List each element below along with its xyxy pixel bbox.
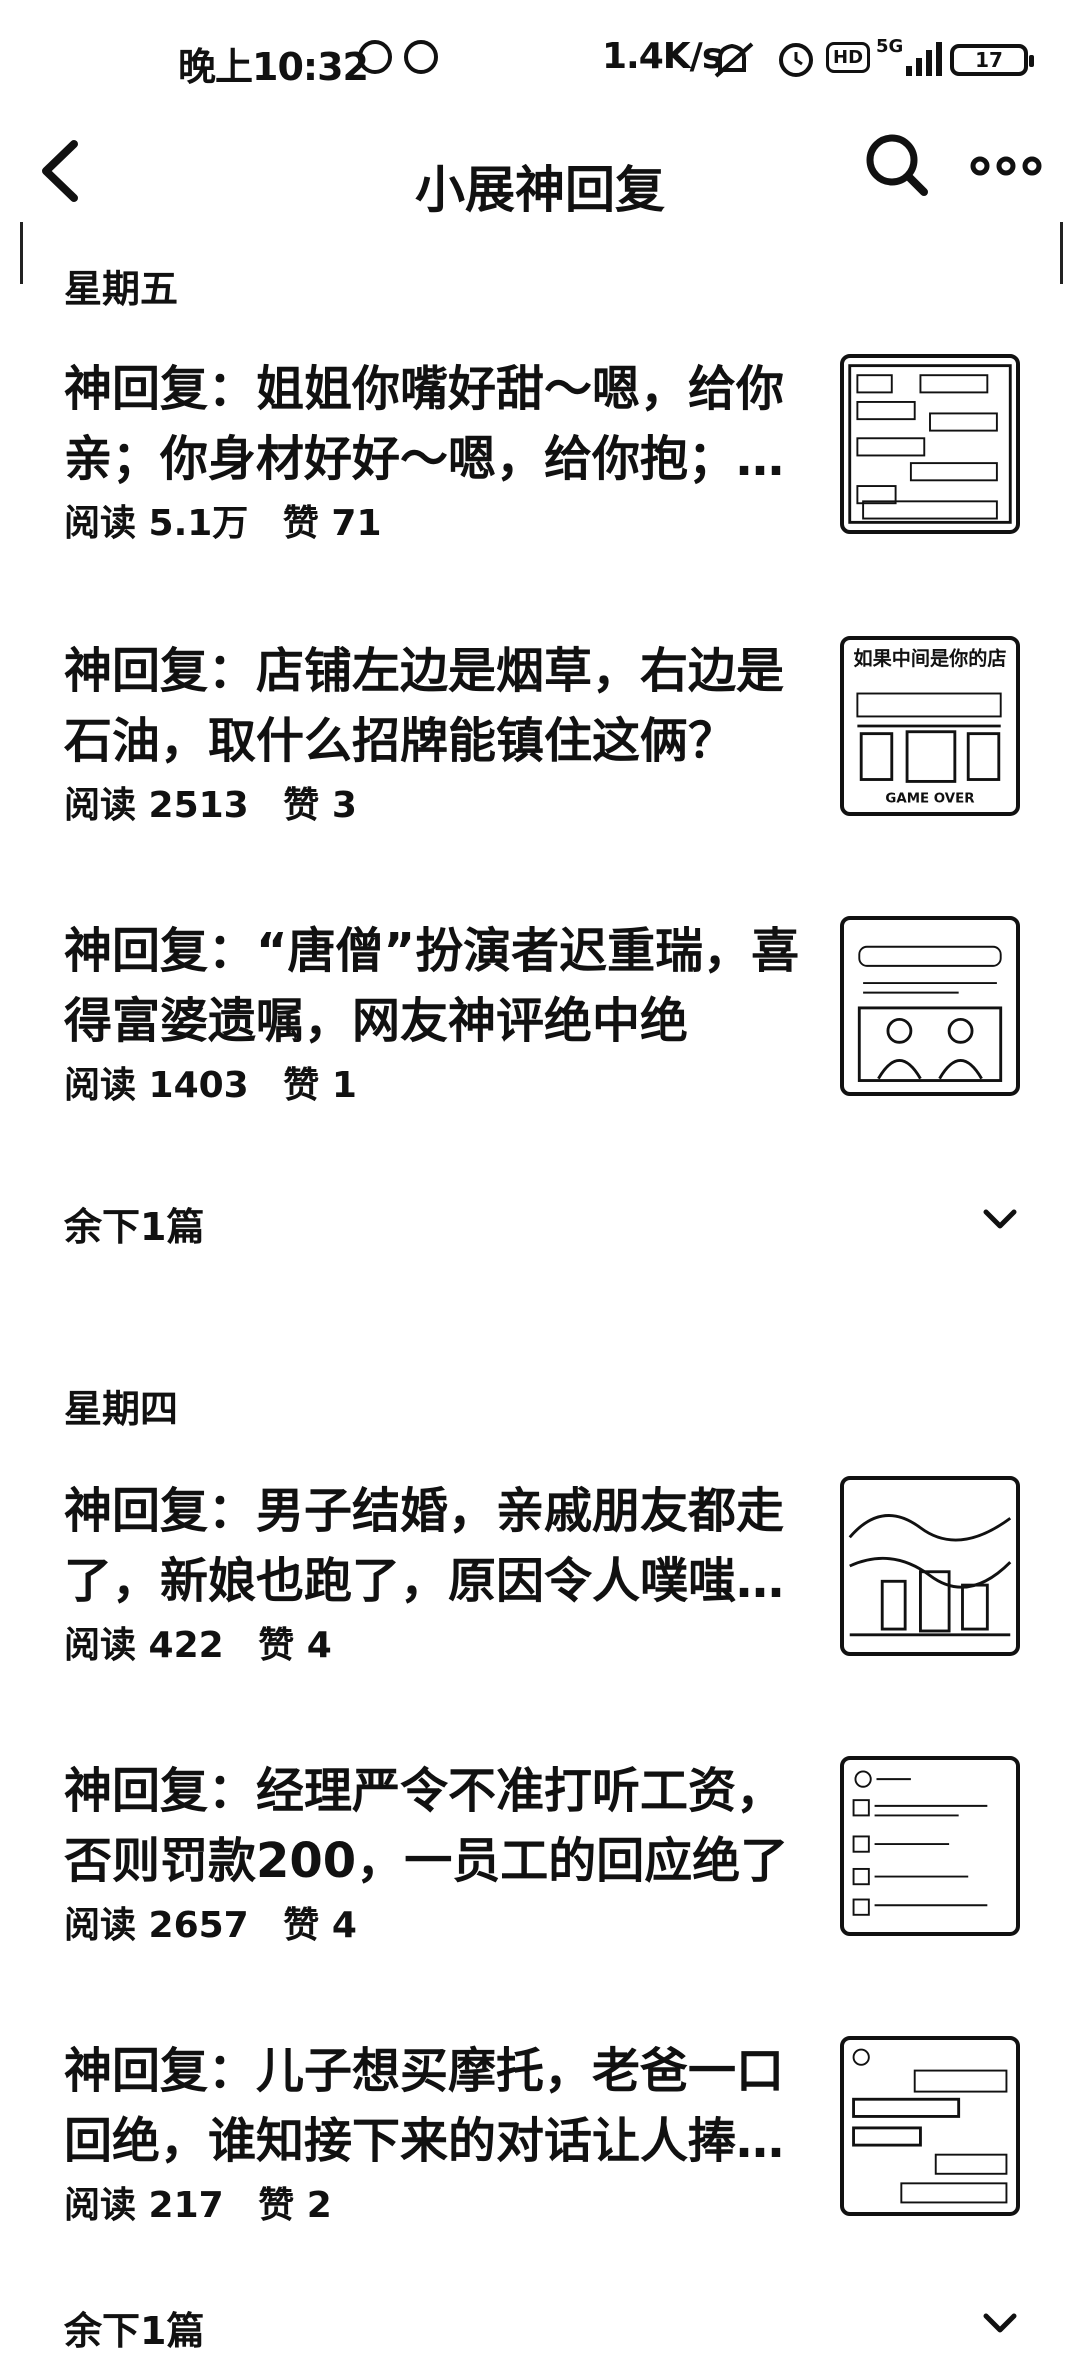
status-bar: 晚上10:32 1.4K/s HD 5G 17 [0,0,1080,120]
like-count: 赞 4 [283,1905,357,1946]
read-count: 阅读 5.1万 [64,503,249,544]
section-day-title: 星期四 [64,1387,179,1431]
like-count: 赞 71 [282,503,382,544]
notification-icon [358,40,392,74]
signal-icon [906,42,942,76]
article-meta: 阅读 1403 赞 1 [64,1056,379,1108]
search-icon[interactable] [862,124,932,204]
article-thumbnail [840,1756,1020,1936]
article-thumbnail: 如果中间是你的店 GAME OVER [840,636,1020,816]
chevron-down-icon [983,1209,1017,1229]
network-speed: 1.4K/s [602,36,723,77]
article-meta: 阅读 217 赞 2 [64,2176,354,2228]
article-title: 神回复：“唐僧”扮演者迟重瑞，喜得富婆遗嘱，网友神评绝中绝 [64,923,800,1049]
article-thumbnail [840,916,1020,1096]
edge-mark [20,222,23,284]
remaining-label: 余下1篇 [64,2309,205,2353]
expand-remaining-row[interactable]: 余下1篇 [64,2300,1020,2360]
expand-remaining-row[interactable]: 余下1篇 [64,1196,1020,1256]
article-meta: 阅读 2513 赞 3 [64,776,379,828]
mute-icon [714,42,754,78]
nav-bar: 小展神回复 [0,120,1080,270]
read-count: 阅读 1403 [64,1065,249,1106]
article-meta: 阅读 422 赞 4 [64,1616,354,1668]
read-count: 阅读 2513 [64,785,249,826]
like-count: 赞 3 [283,785,357,826]
edge-mark [1060,222,1063,284]
article-meta: 阅读 5.1万 赞 71 [64,494,404,546]
read-count: 阅读 422 [64,1625,224,1666]
read-count: 阅读 2657 [64,1905,249,1946]
article-item[interactable]: 神回复：儿子想买摩托，老爸一口回绝，谁知接下来的对话让人捧腹大笑 阅读 217 … [64,2036,1024,2236]
article-title: 神回复：经理严令不准打听工资，否则罚款200，一员工的回应绝了 [64,1763,789,1889]
article-meta: 阅读 2657 赞 4 [64,1896,379,1948]
article-title: 神回复：儿子想买摩托，老爸一口回绝，谁知接下来的对话让人捧腹大笑 [64,2043,785,2169]
read-count: 阅读 217 [64,2185,224,2226]
article-thumbnail [840,2036,1020,2216]
more-icon[interactable] [966,146,1046,186]
battery-icon: 17 [950,44,1034,76]
hd-badge: HD [826,42,871,73]
like-count: 赞 2 [258,2185,332,2226]
app-notification-icon [404,40,438,74]
article-thumbnail [840,1476,1020,1656]
article-item[interactable]: 神回复：经理严令不准打听工资，否则罚款200，一员工的回应绝了 阅读 2657 … [64,1756,1024,1956]
article-item[interactable]: 神回复：“唐僧”扮演者迟重瑞，喜得富婆遗嘱，网友神评绝中绝 阅读 1403 赞 … [64,916,1024,1116]
status-time: 晚上10:32 [178,45,369,89]
article-item[interactable]: 神回复：店铺左边是烟草，右边是石油，取什么招牌能镇住这俩？ 阅读 2513 赞 … [64,636,1024,836]
article-thumbnail [840,354,1020,534]
thumbnail-headline: 如果中间是你的店 [854,647,1007,670]
chevron-down-icon [983,2313,1017,2333]
article-title: 神回复：店铺左边是烟草，右边是石油，取什么招牌能镇住这俩？ [64,643,785,769]
article-title: 神回复：男子结婚，亲戚朋友都走了，新娘也跑了，原因令人噗嗤一笑 [64,1483,785,1609]
article-item[interactable]: 神回复：姐姐你嘴好甜～嗯，给你亲；你身材好好～嗯，给你抱；你生... 阅读 5.… [64,354,1024,554]
thumbnail-caption: GAME OVER [885,791,975,806]
like-count: 赞 1 [283,1065,357,1106]
section-day-title: 星期五 [64,267,179,311]
article-item[interactable]: 神回复：男子结婚，亲戚朋友都走了，新娘也跑了，原因令人噗嗤一笑 阅读 422 赞… [64,1476,1024,1676]
remaining-label: 余下1篇 [64,1205,205,1249]
alarm-icon [779,43,813,77]
like-count: 赞 4 [258,1625,332,1666]
article-title: 神回复：姐姐你嘴好甜～嗯，给你亲；你身材好好～嗯，给你抱；你生... [64,361,785,487]
